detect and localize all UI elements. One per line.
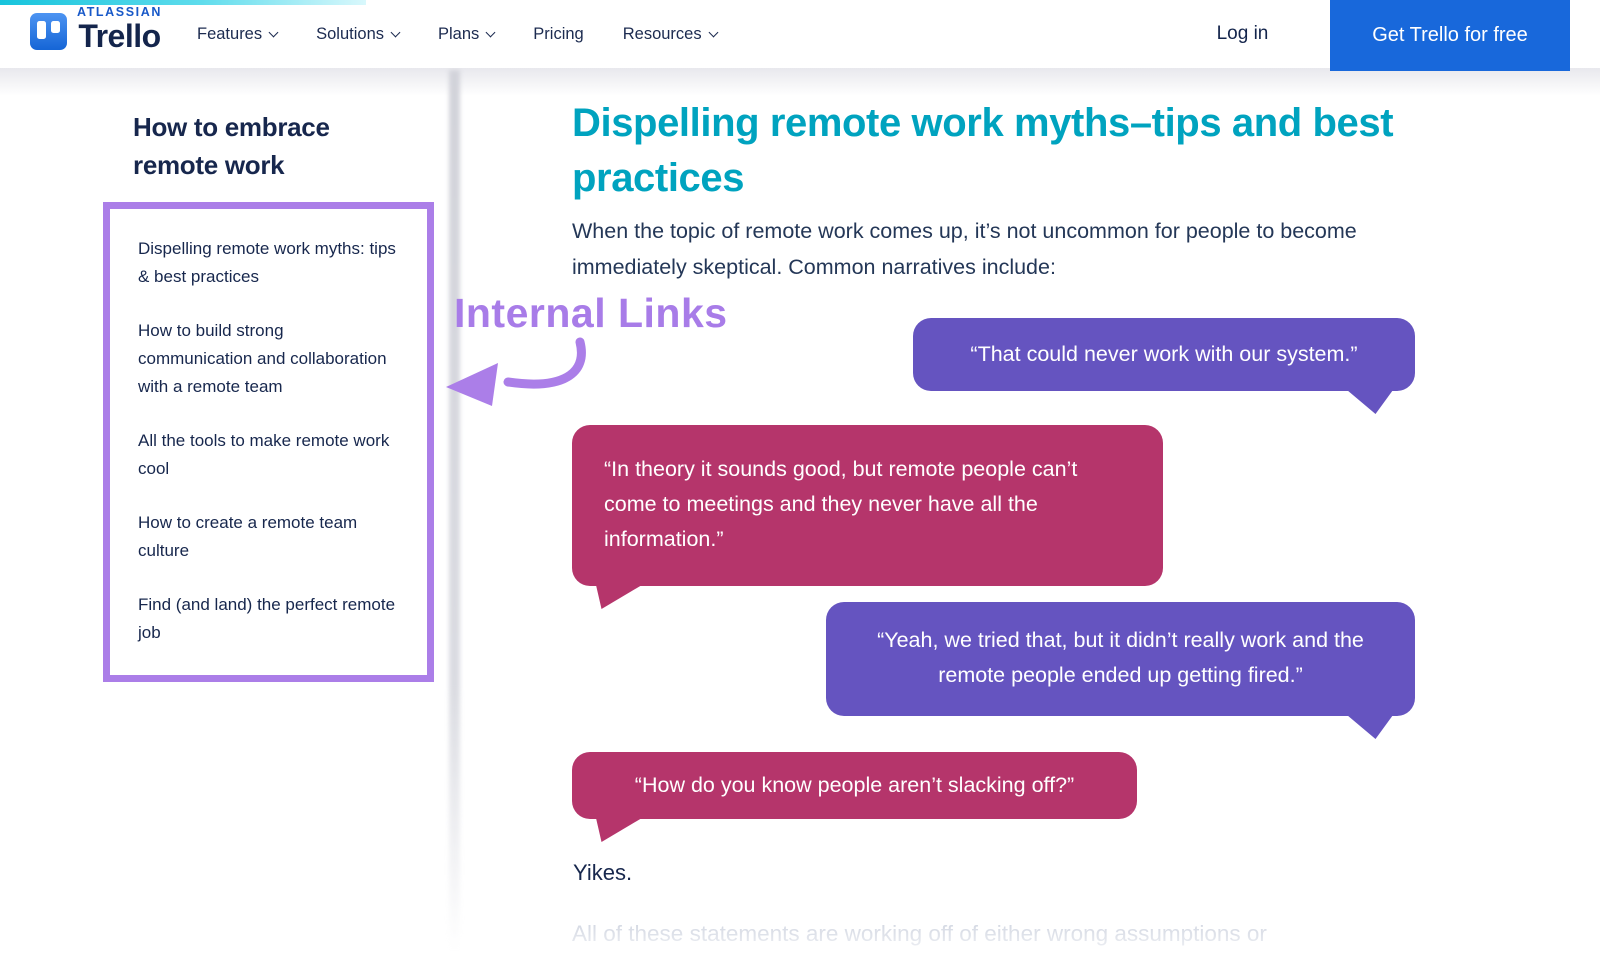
chevron-down-icon (391, 27, 401, 37)
trello-logo[interactable]: ATLASSIAN Trello (30, 5, 162, 52)
chevron-down-icon (269, 27, 279, 37)
bubble-tail (596, 585, 642, 609)
nav-item-plans[interactable]: Plans (438, 25, 494, 44)
internal-links-box: Dispelling remote work myths: tips & bes… (103, 202, 434, 682)
get-trello-free-button[interactable]: Get Trello for free (1330, 0, 1570, 71)
chevron-down-icon (486, 27, 496, 37)
chevron-down-icon (708, 27, 718, 37)
speech-bubble-slacking-off: “How do you know people aren’t slacking … (572, 752, 1137, 819)
article-title: Dispelling remote work myths–tips and be… (572, 96, 1402, 206)
speech-bubble-tried-that: “Yeah, we tried that, but it didn’t real… (826, 602, 1415, 716)
panel-divider (449, 70, 460, 950)
annotation-arrow-icon (432, 330, 602, 418)
bubble-tail (1347, 390, 1393, 414)
sidebar-title: How to embrace remote work (133, 108, 373, 184)
faded-paragraph: All of these statements are working off … (572, 921, 1432, 947)
top-navigation-bar: ATLASSIAN Trello Features Solutions Plan… (0, 0, 1600, 68)
sidebar-link-communication[interactable]: How to build strong communication and co… (138, 317, 399, 401)
trello-wordmark: Trello (78, 20, 160, 52)
login-link[interactable]: Log in (1205, 0, 1280, 68)
nav-item-solutions[interactable]: Solutions (316, 25, 399, 44)
atlassian-wordmark: ATLASSIAN (77, 5, 162, 19)
header-drop-shadow (0, 68, 1600, 96)
trello-board-icon (30, 13, 67, 50)
page: ATLASSIAN Trello Features Solutions Plan… (0, 0, 1600, 973)
nav-item-features[interactable]: Features (197, 25, 277, 44)
sidebar-link-tools[interactable]: All the tools to make remote work cool (138, 427, 399, 483)
speech-bubble-never-work: “That could never work with our system.” (913, 318, 1415, 391)
speech-bubble-in-theory: “In theory it sounds good, but remote pe… (572, 425, 1163, 586)
main-nav: Features Solutions Plans Pricing Resourc… (197, 0, 717, 68)
article-intro: When the topic of remote work comes up, … (572, 213, 1412, 285)
nav-item-pricing[interactable]: Pricing (533, 25, 583, 44)
sidebar-link-dispelling-myths[interactable]: Dispelling remote work myths: tips & bes… (138, 235, 399, 291)
sidebar-link-remote-job[interactable]: Find (and land) the perfect remote job (138, 591, 399, 647)
bubble-tail (1347, 715, 1393, 739)
reaction-text: Yikes. (573, 860, 632, 886)
bubble-tail (596, 818, 642, 842)
sidebar-link-team-culture[interactable]: How to create a remote team culture (138, 509, 399, 565)
nav-item-resources[interactable]: Resources (623, 25, 717, 44)
